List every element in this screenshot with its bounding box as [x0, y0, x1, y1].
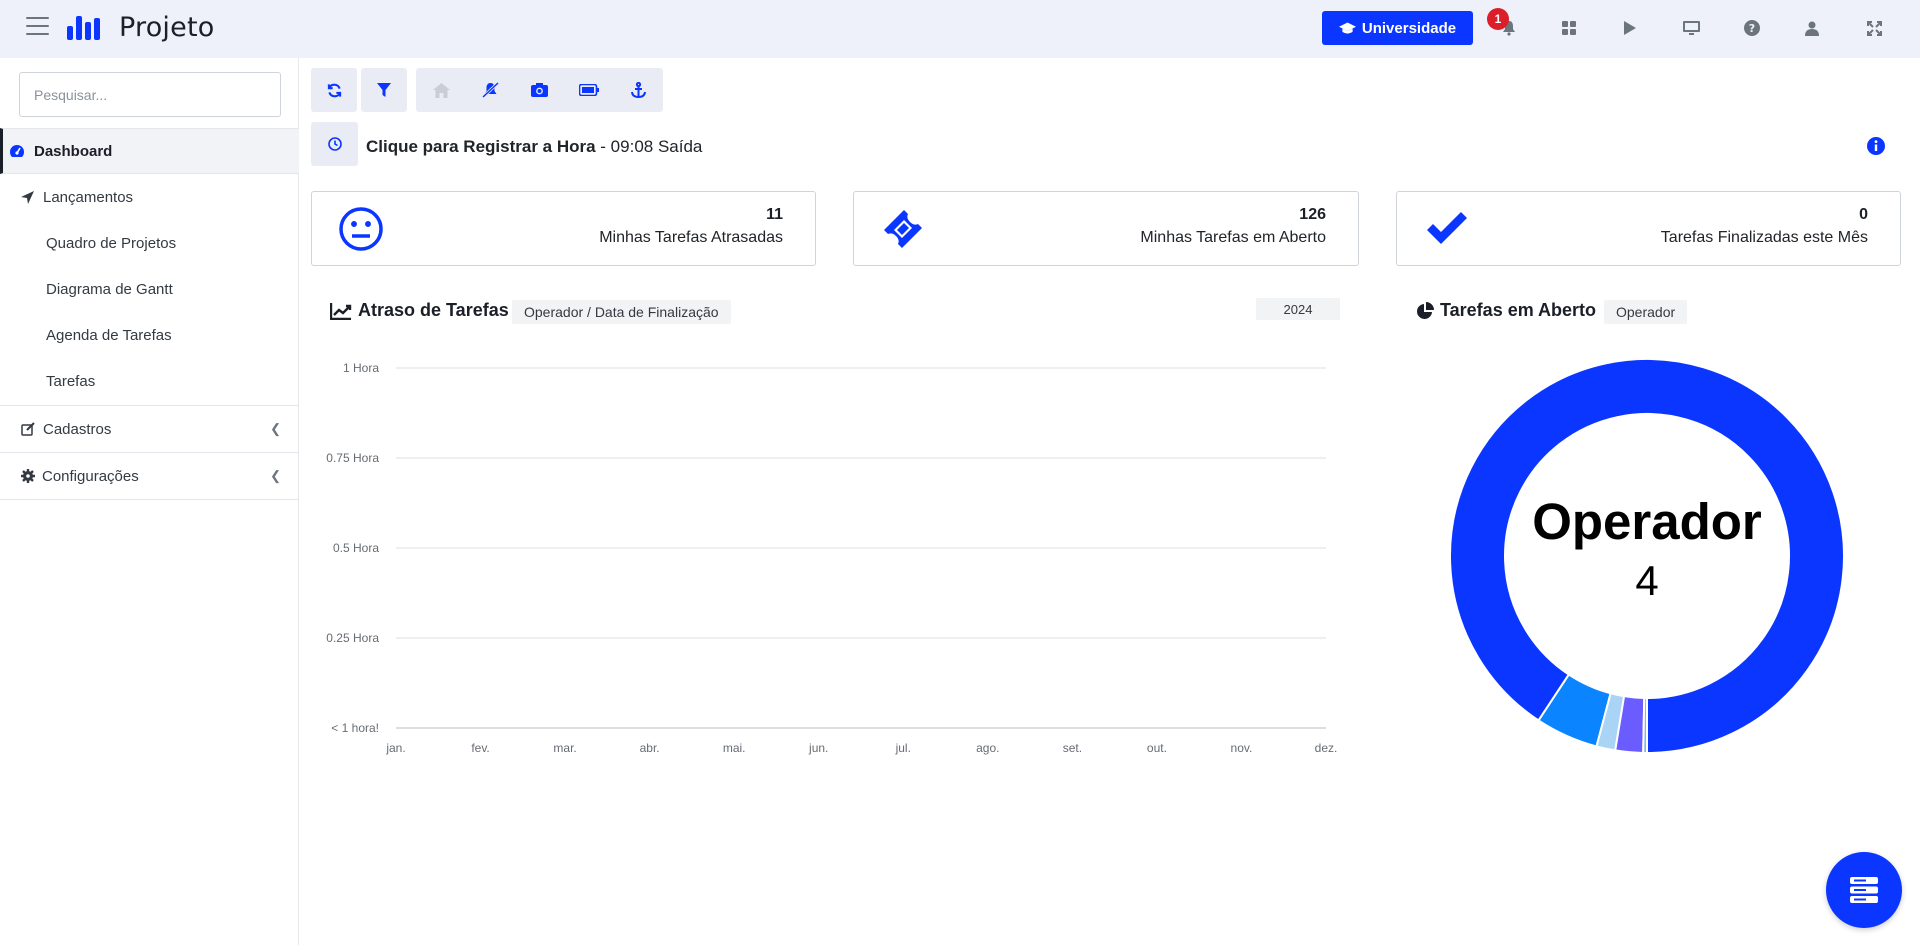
user-icon[interactable] — [1799, 15, 1825, 41]
clock-button[interactable] — [311, 122, 358, 166]
x-tick-label: jun. — [808, 741, 828, 755]
chevron-left-icon: ❮ — [270, 421, 281, 436]
y-tick-label: 0.75 Hora — [326, 451, 379, 465]
register-time-label: Clique para Registrar a Hora — [366, 137, 596, 156]
open-chart-title: Tarefas em Aberto — [1416, 300, 1596, 321]
delay-chart-title: Atraso de Tarefas — [330, 300, 509, 321]
x-tick-label: mar. — [553, 741, 576, 755]
help-icon[interactable]: ? — [1739, 15, 1765, 41]
sidebar-item-agenda-de-tarefas[interactable]: Agenda de Tarefas — [46, 327, 172, 344]
search-input[interactable] — [19, 72, 281, 117]
x-tick-label: mai. — [723, 741, 746, 755]
info-icon[interactable] — [1866, 136, 1886, 156]
neutral-face-icon — [339, 207, 383, 251]
donut-center-value: 4 — [1635, 557, 1658, 604]
app-name: Projeto — [119, 12, 215, 43]
donut-slice[interactable] — [1642, 696, 1648, 755]
delay-chart-title-text: Atraso de Tarefas — [358, 300, 509, 320]
battery-icon[interactable] — [564, 68, 614, 112]
card-open-tasks[interactable]: 126 Minhas Tarefas em Aberto — [853, 191, 1359, 266]
y-tick-label: 1 Hora — [343, 361, 379, 375]
play-icon[interactable] — [1616, 15, 1642, 41]
sidebar-item-label: Dashboard — [34, 142, 113, 160]
open-tasks-donut-chart: Operador 4 — [1449, 358, 1845, 755]
line-chart-icon — [330, 302, 352, 320]
register-time-text[interactable]: Clique para Registrar a Hora - 09:08 Saí… — [366, 137, 702, 157]
x-tick-label: set. — [1063, 741, 1082, 755]
card-value: 126 — [1299, 206, 1326, 223]
card-completed-tasks[interactable]: 0 Tarefas Finalizadas este Mês — [1396, 191, 1901, 266]
home-icon[interactable] — [416, 68, 466, 112]
check-icon — [1427, 212, 1467, 244]
card-value: 0 — [1859, 206, 1868, 223]
x-tick-label: jan. — [385, 741, 405, 755]
card-label: Minhas Tarefas Atrasadas — [599, 229, 783, 246]
x-tick-label: abr. — [640, 741, 660, 755]
sidebar: Dashboard Lançamentos Quadro de Projetos… — [0, 58, 299, 945]
edit-icon — [21, 422, 35, 436]
camera-icon[interactable] — [514, 68, 564, 112]
sidebar-item-lancamentos[interactable]: Lançamentos — [0, 174, 299, 220]
sidebar-divider — [0, 499, 299, 500]
sidebar-item-dashboard[interactable]: Dashboard — [0, 128, 299, 174]
sidebar-item-quadro-de-projetos[interactable]: Quadro de Projetos — [46, 235, 176, 252]
grid-icon[interactable] — [1556, 15, 1582, 41]
delay-line-chart: 1 Hora 0.75 Hora 0.5 Hora 0.25 Hora < 1 hora… — [326, 361, 1338, 755]
sidebar-item-label: Lançamentos — [43, 188, 134, 206]
server-icon — [1850, 877, 1878, 903]
y-tick-label: 0.5 Hora — [333, 541, 379, 555]
hamburger-menu-icon[interactable] — [26, 17, 49, 37]
x-tick-label: ago. — [976, 741, 999, 755]
gauge-icon — [10, 145, 24, 157]
graduation-cap-icon — [1338, 22, 1356, 34]
x-tick-label: dez. — [1315, 741, 1338, 755]
x-tick-label: out. — [1147, 741, 1167, 755]
refresh-icon[interactable] — [311, 68, 357, 112]
bell-slash-icon[interactable] — [466, 68, 514, 112]
year-selector[interactable]: 2024 — [1256, 298, 1340, 320]
top-bar: Projeto Universidade 1 ? — [0, 0, 1920, 58]
fullscreen-icon[interactable] — [1861, 15, 1887, 41]
pie-chart-icon — [1417, 301, 1434, 319]
sidebar-item-cadastros[interactable]: Cadastros ❮ — [0, 406, 299, 452]
open-chart-title-text: Tarefas em Aberto — [1440, 300, 1597, 320]
card-label: Tarefas Finalizadas este Mês — [1660, 229, 1868, 246]
svg-text:?: ? — [1749, 22, 1755, 35]
y-tick-label: < 1 hora! — [331, 721, 379, 735]
ticket-icon — [884, 210, 922, 248]
filter-icon[interactable] — [361, 68, 407, 112]
sidebar-item-label: Configurações — [42, 467, 139, 485]
university-label: Universidade — [1361, 19, 1457, 37]
notification-badge: 1 — [1487, 8, 1509, 30]
sidebar-item-diagrama-de-gantt[interactable]: Diagrama de Gantt — [46, 281, 173, 298]
register-time-status: - 09:08 Saída — [595, 137, 703, 156]
sidebar-item-configuracoes[interactable]: Configurações ❮ — [0, 453, 299, 499]
sidebar-item-tarefas[interactable]: Tarefas — [46, 373, 95, 390]
x-tick-label: jul. — [895, 741, 911, 755]
toolbar-secondary — [416, 68, 663, 112]
x-tick-label: nov. — [1231, 741, 1253, 755]
sidebar-item-label: Cadastros — [43, 420, 112, 438]
monitor-icon[interactable] — [1678, 15, 1704, 41]
delay-chart-chip: Operador / Data de Finalização — [512, 300, 731, 324]
donut-slice[interactable] — [1449, 358, 1845, 755]
card-overdue-tasks[interactable]: 11 Minhas Tarefas Atrasadas — [311, 191, 816, 266]
clock-icon — [327, 137, 342, 151]
card-value: 11 — [766, 206, 783, 223]
location-arrow-icon — [21, 190, 34, 204]
gear-icon — [21, 469, 35, 483]
open-chart-chip: Operador — [1604, 300, 1688, 324]
donut-center-title: Operador — [1532, 493, 1762, 550]
university-button[interactable]: Universidade — [1322, 11, 1473, 45]
toolbar-primary — [311, 68, 408, 112]
y-tick-label: 0.25 Hora — [326, 631, 379, 645]
floating-menu-button[interactable] — [1826, 852, 1902, 928]
anchor-icon[interactable] — [614, 68, 663, 112]
app-logo-icon — [67, 16, 100, 40]
chevron-left-icon: ❮ — [270, 468, 281, 483]
card-label: Minhas Tarefas em Aberto — [1140, 229, 1326, 246]
x-tick-label: fev. — [471, 741, 489, 755]
